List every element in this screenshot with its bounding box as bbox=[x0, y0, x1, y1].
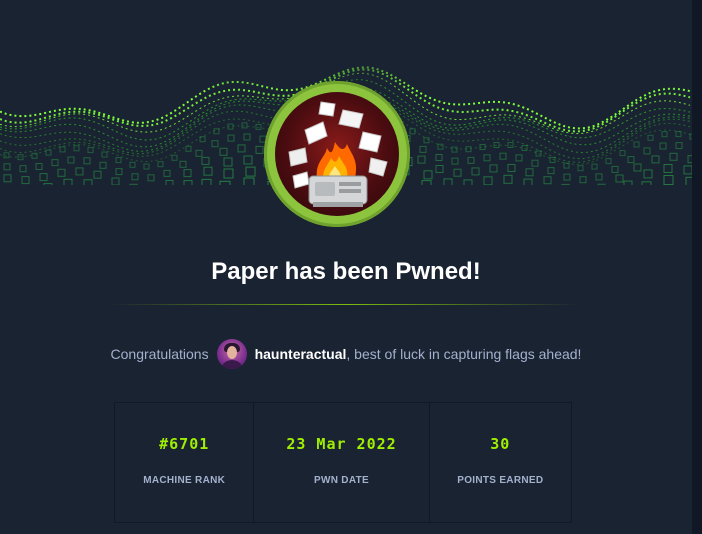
stat-pwn-date: 23 Mar 2022 PWN DATE bbox=[254, 403, 430, 522]
machine-avatar-ring bbox=[264, 81, 410, 227]
stats-panel: #6701 MACHINE RANK 23 Mar 2022 PWN DATE … bbox=[114, 402, 572, 523]
congrats-suffix: , best of luck in capturing flags ahead! bbox=[346, 346, 582, 362]
congrats-prefix: Congratulations bbox=[110, 346, 209, 362]
title-divider bbox=[110, 304, 580, 305]
stat-label: POINTS EARNED bbox=[457, 475, 544, 486]
stat-value: 30 bbox=[490, 435, 511, 453]
stat-points-earned: 30 POINTS EARNED bbox=[430, 403, 571, 522]
stat-value: 23 Mar 2022 bbox=[286, 435, 397, 453]
stat-label: PWN DATE bbox=[314, 475, 369, 486]
stat-label: MACHINE RANK bbox=[143, 475, 226, 486]
scrollbar-track[interactable] bbox=[692, 0, 702, 534]
pwned-card: Paper has been Pwned! Congratulations ha… bbox=[0, 0, 693, 534]
burning-printer-icon bbox=[275, 92, 399, 216]
page-title: Paper has been Pwned! bbox=[211, 258, 481, 285]
congrats-message: Congratulations haunteractual , best of … bbox=[0, 338, 692, 370]
username-link[interactable]: haunteractual bbox=[255, 346, 347, 362]
user-avatar[interactable] bbox=[216, 339, 247, 369]
stat-machine-rank: #6701 MACHINE RANK bbox=[115, 403, 255, 522]
stat-value: #6701 bbox=[159, 435, 210, 453]
